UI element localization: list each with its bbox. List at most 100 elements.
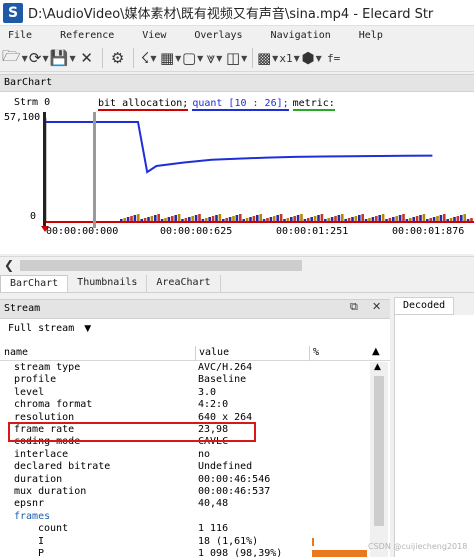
stream-panel-header: Stream ⧉ ✕ — [0, 299, 390, 319]
save-button[interactable]: 💾 ▼ — [50, 47, 76, 69]
row-name: P — [38, 548, 45, 557]
close-button[interactable]: ✕ — [76, 47, 98, 69]
stream-dropdown[interactable]: Full stream ▼ — [8, 323, 91, 334]
column-divider[interactable] — [309, 346, 310, 361]
menu-navigation[interactable]: Navigation — [263, 30, 331, 41]
menu-view[interactable]: View — [134, 30, 166, 41]
table-row[interactable]: interlace no — [0, 449, 370, 461]
table-row[interactable]: level 3.0 — [0, 387, 370, 399]
bit-allocation-bar[interactable] — [235, 215, 239, 222]
scroll-left-icon[interactable]: ❮ — [4, 258, 14, 272]
table-row[interactable]: stream type AVC/H.264 — [0, 362, 370, 374]
menu-overlays[interactable]: Overlays — [186, 30, 242, 41]
bit-allocation-bar[interactable] — [194, 215, 198, 222]
bit-allocation-bar[interactable] — [443, 214, 446, 222]
cube-button[interactable]: ⬢ ▼ — [301, 47, 323, 69]
bit-allocation-bar[interactable] — [320, 214, 324, 222]
row-name: level — [14, 386, 45, 398]
bit-allocation-bar[interactable] — [381, 214, 385, 222]
legend-bit-allocation[interactable]: bit allocation; — [98, 98, 189, 111]
table-row[interactable]: frames — [0, 511, 370, 523]
reload-button[interactable]: ⟳ ▼ — [28, 47, 50, 69]
stream-vertical-scrollbar[interactable]: ▲ — [370, 362, 388, 557]
bit-allocation-bar[interactable] — [317, 215, 320, 222]
bit-allocation-bar[interactable] — [300, 214, 303, 222]
bit-allocation-bar[interactable] — [463, 214, 466, 222]
restore-icon[interactable]: ⧉ — [350, 300, 358, 314]
marker-button[interactable]: ⩔ ▼ — [204, 47, 226, 69]
bit-allocation-bar[interactable] — [378, 215, 381, 222]
x-tick-label: 00:00:00:000 — [46, 226, 119, 237]
open-file-button[interactable]: 🗁 ▼ — [2, 47, 28, 69]
table-row[interactable]: count 1 116 — [0, 523, 370, 535]
table-row[interactable]: epsnr 40,48 — [0, 498, 370, 510]
bit-allocation-bar[interactable] — [133, 215, 137, 222]
column-header-percent[interactable]: % — [313, 347, 319, 358]
bit-allocation-bar[interactable] — [398, 215, 402, 222]
selection-marker[interactable] — [93, 112, 96, 228]
grid-button[interactable]: ▦ ▼ — [160, 47, 182, 69]
column-header-value[interactable]: value — [199, 347, 229, 358]
table-row[interactable]: chroma format 4:2:0 — [0, 399, 370, 411]
bit-allocation-bar[interactable] — [157, 214, 160, 222]
bit-allocation-bar[interactable] — [419, 215, 422, 222]
row-value: 00:00:46:546 — [198, 473, 271, 485]
bit-allocation-bar[interactable] — [177, 214, 181, 222]
legend-quant[interactable]: quant [10 : 26]; — [192, 98, 289, 111]
zoom-select[interactable]: x1 ▼ — [279, 47, 301, 69]
chart-horizontal-scrollbar[interactable]: ❮ — [0, 256, 474, 274]
table-row[interactable]: P 1 098 (98,39%) — [0, 548, 370, 557]
bit-allocation-bar[interactable] — [198, 214, 201, 222]
bit-allocation-bar[interactable] — [279, 214, 283, 222]
menu-file[interactable]: File — [0, 30, 32, 41]
table-row[interactable]: duration 00:00:46:546 — [0, 474, 370, 486]
bit-allocation-bar[interactable] — [439, 215, 443, 222]
bit-allocation-bar[interactable] — [361, 214, 364, 222]
layout-button[interactable]: ◫ ▼ — [226, 47, 248, 69]
bit-allocation-bar[interactable] — [218, 214, 222, 222]
function-button[interactable]: f= — [323, 47, 345, 69]
chevron-down-icon: ▼ — [150, 53, 157, 63]
table-row[interactable]: profile Baseline — [0, 374, 370, 386]
bit-allocation-bar[interactable] — [276, 215, 279, 222]
bit-allocation-bar[interactable] — [358, 215, 361, 222]
close-icon[interactable]: ✕ — [372, 300, 381, 313]
tab-barchart[interactable]: BarChart — [0, 275, 69, 292]
settings-button[interactable]: ⚙ — [107, 47, 129, 69]
row-value: 1 098 (98,39%) — [198, 548, 283, 557]
playhead-marker[interactable] — [43, 112, 46, 228]
bit-allocation-bar[interactable] — [174, 215, 177, 222]
scrollbar-thumb[interactable] — [374, 376, 384, 526]
menu-help[interactable]: Help — [351, 30, 383, 41]
bit-allocation-bar[interactable] — [422, 214, 426, 222]
tab-thumbnails[interactable]: Thumbnails — [68, 275, 148, 292]
bit-allocation-bar[interactable] — [460, 215, 463, 222]
legend-metric[interactable]: metric: — [292, 98, 335, 111]
monitor-button[interactable]: ▢ ▼ — [182, 47, 204, 69]
percent-bar — [312, 537, 314, 546]
bit-allocation-bar[interactable] — [154, 215, 157, 222]
scroll-up-icon[interactable]: ▲ — [374, 362, 381, 372]
tab-areachart[interactable]: AreaChart — [147, 275, 221, 292]
column-divider[interactable] — [195, 346, 196, 361]
quant-series-line[interactable] — [46, 121, 433, 174]
column-header-name[interactable]: name — [4, 347, 28, 358]
scrollbar-thumb[interactable] — [20, 260, 302, 271]
bit-allocation-bar[interactable] — [215, 215, 218, 222]
menu-reference[interactable]: Reference — [52, 30, 114, 41]
table-row[interactable]: declared bitrate Undefined — [0, 461, 370, 473]
tab-decoded[interactable]: Decoded — [394, 297, 454, 315]
table-row[interactable]: mux duration 00:00:46:537 — [0, 486, 370, 498]
bit-allocation-bar[interactable] — [402, 214, 405, 222]
sort-up-icon[interactable]: ▲ — [372, 346, 380, 357]
bit-allocation-bar[interactable] — [337, 215, 341, 222]
bit-allocation-bar[interactable] — [259, 214, 262, 222]
bit-allocation-bar[interactable] — [137, 214, 140, 222]
chart-mode-button[interactable]: ▩ ▼ — [257, 47, 279, 69]
filter-button[interactable]: ☇ ▼ — [138, 47, 160, 69]
bit-allocation-bar[interactable] — [296, 215, 300, 222]
bit-allocation-bar[interactable] — [239, 214, 242, 222]
bit-allocation-bar[interactable] — [256, 215, 259, 222]
table-row[interactable]: I 18 (1,61%) — [0, 536, 370, 548]
bit-allocation-bar[interactable] — [341, 214, 344, 222]
